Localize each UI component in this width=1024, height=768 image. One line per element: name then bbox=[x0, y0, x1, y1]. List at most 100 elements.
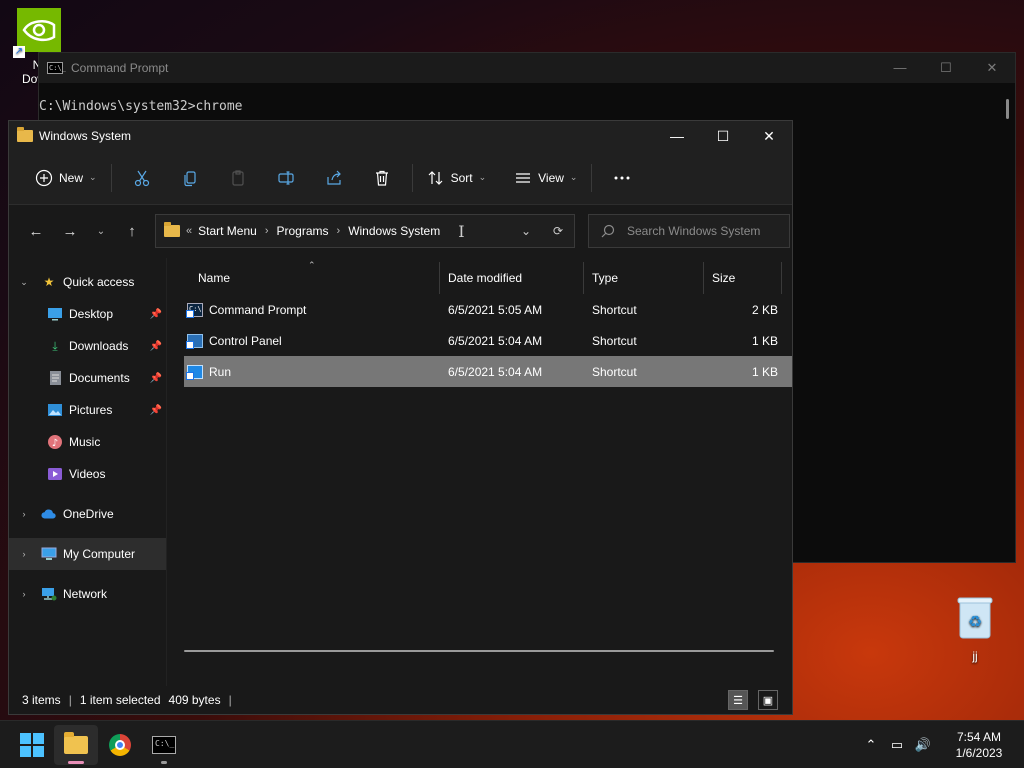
breadcrumb-item[interactable]: Start Menu bbox=[198, 224, 257, 238]
sidebar-item-documents[interactable]: Documents 📌 bbox=[9, 362, 166, 394]
recycle-bin-icon: ♻ bbox=[957, 597, 993, 639]
speaker-icon[interactable]: 🔊 bbox=[910, 737, 936, 753]
cmd-minimize-button[interactable]: — bbox=[877, 60, 923, 76]
chevron-down-icon: ⌄ bbox=[569, 172, 578, 182]
column-header-type[interactable]: Type bbox=[584, 262, 704, 294]
cmd-line: C:\Windows\system32>chrome bbox=[39, 99, 243, 114]
file-row-command-prompt[interactable]: C:\ Command Prompt 6/5/2021 5:05 AM Shor… bbox=[184, 294, 792, 325]
file-explorer-window[interactable]: Windows System — ☐ ✕ New ⌄ Sort ⌄ View ⌄… bbox=[8, 120, 793, 715]
chevron-right-icon[interactable]: › bbox=[17, 549, 31, 559]
sidebar-item-music[interactable]: ♪ Music bbox=[9, 426, 166, 458]
pin-icon: 📌 bbox=[149, 340, 162, 352]
address-bar[interactable]: « Start Menu › Programs › Windows System… bbox=[155, 214, 575, 248]
clock[interactable]: 7:54 AM 1/6/2023 bbox=[942, 729, 1016, 761]
cmd-close-button[interactable]: ✕ bbox=[969, 60, 1015, 76]
explorer-titlebar[interactable]: Windows System — ☐ ✕ bbox=[9, 121, 792, 151]
sidebar-item-label: Quick access bbox=[63, 275, 135, 289]
sort-button[interactable]: Sort ⌄ bbox=[419, 161, 495, 195]
sidebar-item-label: Pictures bbox=[69, 403, 113, 417]
file-name: Control Panel bbox=[209, 333, 282, 348]
star-icon: ★ bbox=[43, 275, 55, 289]
sidebar-item-downloads[interactable]: ⤓ Downloads 📌 bbox=[9, 330, 166, 362]
taskbar-chrome[interactable] bbox=[98, 725, 142, 765]
minimize-button[interactable]: — bbox=[654, 121, 700, 151]
column-header-date[interactable]: Date modified bbox=[440, 262, 584, 294]
refresh-button[interactable]: ⟳ bbox=[542, 224, 574, 238]
sidebar-item-my-computer[interactable]: › My Computer bbox=[9, 538, 166, 570]
network-monitor-icon[interactable]: ▭ bbox=[884, 737, 910, 753]
taskbar: C:\_ ⌃ ▭ 🔊 7:54 AM 1/6/2023 bbox=[0, 720, 1024, 768]
clock-date: 1/6/2023 bbox=[955, 745, 1003, 760]
column-header-size[interactable]: Size bbox=[704, 262, 782, 294]
cmd-titlebar[interactable]: C:\_ Command Prompt — ☐ ✕ bbox=[39, 53, 1015, 83]
details-view-button[interactable]: ☰ bbox=[728, 690, 748, 710]
horizontal-scrollbar[interactable] bbox=[184, 650, 774, 652]
recycle-bin-shortcut[interactable]: ♻ jj bbox=[948, 596, 1002, 663]
share-button[interactable] bbox=[310, 161, 358, 195]
navigation-bar: ← → ⌄ ↑ « Start Menu › Programs › Window… bbox=[9, 205, 792, 257]
file-size: 1 KB bbox=[751, 333, 778, 348]
back-button[interactable]: ← bbox=[19, 215, 53, 247]
maximize-button[interactable]: ☐ bbox=[700, 121, 746, 151]
windows-logo-icon bbox=[20, 732, 44, 757]
sidebar-item-desktop[interactable]: Desktop 📌 bbox=[9, 298, 166, 330]
start-button[interactable] bbox=[10, 725, 54, 765]
breadcrumb-item[interactable]: Programs bbox=[277, 224, 329, 238]
forward-button[interactable]: → bbox=[53, 215, 87, 247]
chevron-down-icon[interactable]: ⌄ bbox=[17, 277, 31, 288]
sidebar-item-label: Videos bbox=[69, 467, 106, 481]
file-type: Shortcut bbox=[592, 333, 637, 348]
file-row-control-panel[interactable]: Control Panel 6/5/2021 5:04 AM Shortcut … bbox=[184, 325, 792, 356]
chrome-icon bbox=[109, 733, 131, 756]
sidebar-item-label: Network bbox=[63, 587, 108, 601]
sidebar-item-videos[interactable]: Videos bbox=[9, 458, 166, 490]
tiles-view-button[interactable]: ▣ bbox=[758, 690, 778, 710]
cut-button[interactable] bbox=[118, 161, 166, 195]
recent-locations-button[interactable]: ⌄ bbox=[87, 215, 115, 247]
new-button[interactable]: New ⌄ bbox=[27, 161, 105, 195]
status-bar: 3 items | 1 item selected 409 bytes | ☰ … bbox=[9, 686, 792, 714]
breadcrumb-overflow[interactable]: « bbox=[186, 225, 192, 237]
selection-size: 409 bytes bbox=[168, 693, 221, 707]
search-box[interactable]: Search Windows System bbox=[588, 214, 790, 248]
chevron-right-icon[interactable]: › bbox=[17, 509, 31, 519]
plus-circle-icon bbox=[35, 169, 53, 186]
sidebar-item-onedrive[interactable]: › OneDrive bbox=[9, 498, 166, 530]
address-history-button[interactable]: ⌄ bbox=[510, 224, 542, 238]
sort-label: Sort bbox=[450, 170, 473, 185]
cloud-icon bbox=[41, 506, 57, 522]
sidebar-item-pictures[interactable]: Pictures 📌 bbox=[9, 394, 166, 426]
active-indicator bbox=[68, 760, 84, 764]
breadcrumb-item[interactable]: Windows System bbox=[348, 224, 440, 238]
svg-text:♻: ♻ bbox=[968, 612, 982, 631]
cmd-scrollbar[interactable] bbox=[1006, 99, 1009, 119]
delete-button[interactable] bbox=[358, 161, 406, 195]
paste-button[interactable] bbox=[214, 161, 262, 195]
view-button[interactable]: View ⌄ bbox=[506, 161, 585, 195]
svg-text:♪: ♪ bbox=[52, 438, 58, 449]
copy-button[interactable] bbox=[166, 161, 214, 195]
file-row-run[interactable]: Run 6/5/2021 5:04 AM Shortcut 1 KB bbox=[184, 356, 792, 387]
arrow-up-icon: ↑ bbox=[128, 222, 136, 240]
sidebar-item-label: Downloads bbox=[69, 339, 129, 353]
sidebar-item-network[interactable]: › Network bbox=[9, 578, 166, 610]
rename-button[interactable] bbox=[262, 161, 310, 195]
chevron-right-icon[interactable]: › bbox=[17, 589, 31, 599]
chevron-up-icon[interactable]: ⌃ bbox=[858, 737, 884, 753]
taskbar-command-prompt[interactable]: C:\_ bbox=[142, 725, 186, 765]
chevron-right-icon[interactable]: › bbox=[265, 225, 269, 237]
cmd-console[interactable]: C:\Windows\system32>chrome bbox=[39, 83, 1015, 114]
close-button[interactable]: ✕ bbox=[746, 121, 792, 151]
pin-icon: 📌 bbox=[149, 404, 162, 416]
new-label: New bbox=[59, 170, 84, 185]
more-options-button[interactable] bbox=[598, 161, 646, 195]
clock-time: 7:54 AM bbox=[956, 729, 1002, 744]
up-button[interactable]: ↑ bbox=[115, 215, 149, 247]
search-icon bbox=[601, 224, 615, 238]
cmd-maximize-button[interactable]: ☐ bbox=[923, 60, 969, 76]
sidebar-item-quick-access[interactable]: ⌄ ★ Quick access bbox=[9, 266, 166, 298]
taskbar-file-explorer[interactable] bbox=[54, 724, 98, 765]
chevron-right-icon[interactable]: › bbox=[337, 225, 341, 237]
copy-icon bbox=[183, 170, 196, 186]
file-size: 2 KB bbox=[751, 302, 778, 317]
